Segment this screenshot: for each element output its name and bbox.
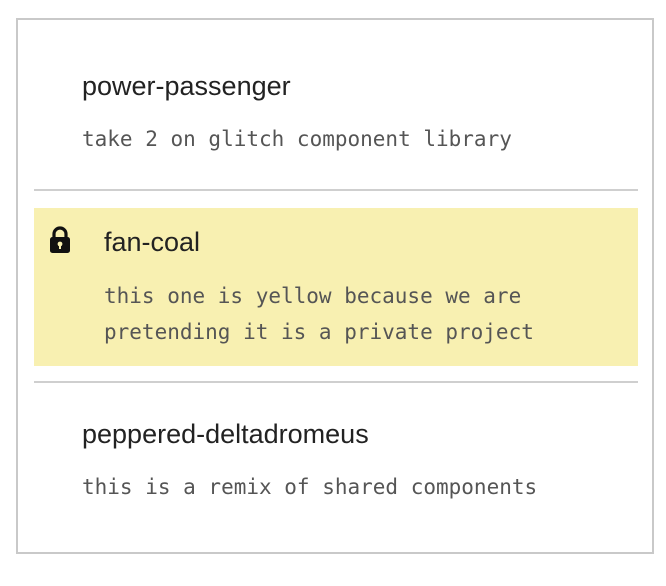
project-description-line-1: this one is yellow because we are bbox=[104, 284, 522, 308]
project-item[interactable]: peppered-deltadromeus this is a remix of… bbox=[34, 414, 638, 514]
project-item[interactable]: power-passenger take 2 on glitch compone… bbox=[34, 66, 638, 166]
project-description: take 2 on glitch component library bbox=[82, 127, 512, 151]
project-description-line-2: pretending it is a private project bbox=[104, 320, 534, 344]
divider bbox=[34, 189, 638, 191]
project-name[interactable]: power-passenger bbox=[82, 70, 291, 102]
lock-icon bbox=[50, 226, 70, 253]
project-name[interactable]: peppered-deltadromeus bbox=[82, 418, 369, 450]
project-item-private[interactable]: fan-coal this one is yellow because we a… bbox=[34, 208, 638, 366]
project-name[interactable]: fan-coal bbox=[104, 226, 200, 258]
divider bbox=[34, 381, 638, 383]
project-description: this is a remix of shared components bbox=[82, 475, 538, 499]
